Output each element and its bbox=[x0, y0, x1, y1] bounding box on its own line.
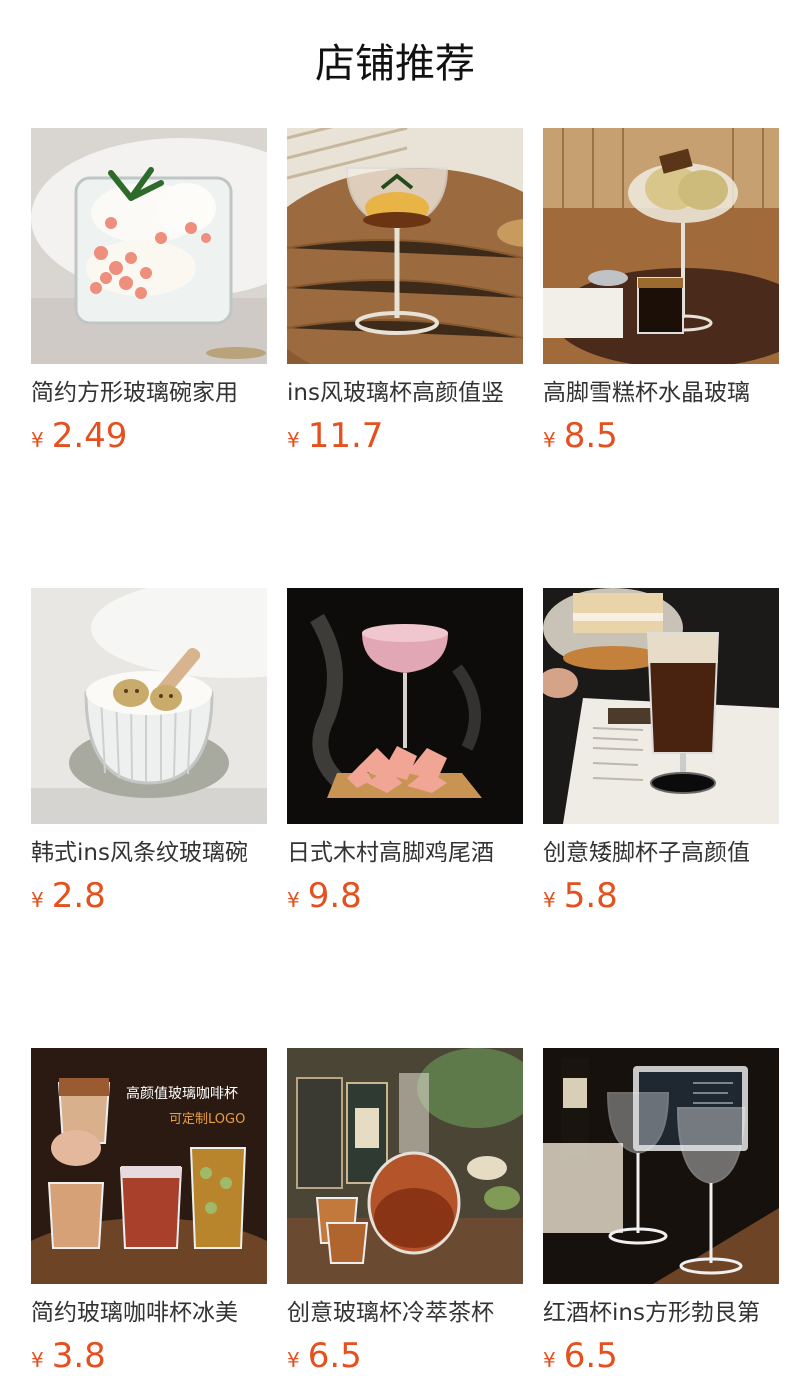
product-card[interactable]: 创意玻璃杯冷萃茶杯 ¥ 6.5 bbox=[287, 1048, 523, 1376]
currency-symbol: ¥ bbox=[31, 428, 44, 452]
page-title: 店铺推荐 bbox=[315, 41, 475, 87]
product-name[interactable]: 红酒杯ins方形勃艮第 bbox=[543, 1298, 779, 1328]
product-price: ¥ 8.5 bbox=[543, 416, 779, 456]
product-price: ¥ 9.8 bbox=[287, 876, 523, 916]
product-image[interactable] bbox=[287, 128, 523, 364]
product-card[interactable]: 简约方形玻璃碗家用 ¥ 2.49 bbox=[31, 128, 267, 456]
product-card[interactable]: 创意矮脚杯子高颜值 ¥ 5.8 bbox=[543, 588, 779, 916]
price-value: 2.49 bbox=[51, 416, 128, 456]
currency-symbol: ¥ bbox=[287, 1348, 300, 1372]
currency-symbol: ¥ bbox=[31, 888, 44, 912]
product-name[interactable]: 韩式ins风条纹玻璃碗 bbox=[31, 838, 267, 868]
product-card[interactable]: 韩式ins风条纹玻璃碗 ¥ 2.8 bbox=[31, 588, 267, 916]
product-grid: 简约方形玻璃碗家用 ¥ 2.49 ins风玻璃杯高颜值竖 ¥ 11.7 高脚雪糕… bbox=[31, 128, 790, 1376]
product-image[interactable] bbox=[31, 128, 267, 364]
product-price: ¥ 5.8 bbox=[543, 876, 779, 916]
product-name[interactable]: 日式木村高脚鸡尾酒 bbox=[287, 838, 523, 868]
product-price: ¥ 6.5 bbox=[543, 1336, 779, 1376]
currency-symbol: ¥ bbox=[543, 428, 556, 452]
price-value: 6.5 bbox=[307, 1336, 362, 1376]
price-value: 6.5 bbox=[563, 1336, 618, 1376]
currency-symbol: ¥ bbox=[287, 428, 300, 452]
product-price: ¥ 2.8 bbox=[31, 876, 267, 916]
product-image[interactable]: 高颜值玻璃咖啡杯 可定制LOGO bbox=[31, 1048, 267, 1284]
product-price: ¥ 6.5 bbox=[287, 1336, 523, 1376]
product-image[interactable] bbox=[543, 128, 779, 364]
overlay-subline: 可定制LOGO bbox=[169, 1112, 245, 1127]
currency-symbol: ¥ bbox=[543, 888, 556, 912]
product-price: ¥ 2.49 bbox=[31, 416, 267, 456]
currency-symbol: ¥ bbox=[543, 1348, 556, 1372]
price-value: 8.5 bbox=[563, 416, 618, 456]
product-image[interactable] bbox=[543, 1048, 779, 1284]
price-value: 2.8 bbox=[51, 876, 106, 916]
product-name[interactable]: 创意矮脚杯子高颜值 bbox=[543, 838, 779, 868]
product-name[interactable]: 高脚雪糕杯水晶玻璃 bbox=[543, 378, 779, 408]
product-name[interactable]: ins风玻璃杯高颜值竖 bbox=[287, 378, 523, 408]
product-price: ¥ 3.8 bbox=[31, 1336, 267, 1376]
product-card[interactable]: 红酒杯ins方形勃艮第 ¥ 6.5 bbox=[543, 1048, 779, 1376]
price-value: 5.8 bbox=[563, 876, 618, 916]
product-card[interactable]: ins风玻璃杯高颜值竖 ¥ 11.7 bbox=[287, 128, 523, 456]
store-recommendation-page: 店铺推荐 简约方形玻璃碗家用 ¥ 2.49 ins风玻璃杯高颜值竖 ¥ 11.7… bbox=[0, 0, 790, 1376]
product-price: ¥ 11.7 bbox=[287, 416, 523, 456]
price-value: 9.8 bbox=[307, 876, 362, 916]
product-image[interactable] bbox=[543, 588, 779, 824]
product-card[interactable]: 高颜值玻璃咖啡杯 可定制LOGO 简约玻璃咖啡杯冰美 ¥ 3.8 bbox=[31, 1048, 267, 1376]
product-image[interactable] bbox=[31, 588, 267, 824]
overlay-headline: 高颜值玻璃咖啡杯 bbox=[126, 1085, 238, 1102]
currency-symbol: ¥ bbox=[287, 888, 300, 912]
product-card[interactable]: 日式木村高脚鸡尾酒 ¥ 9.8 bbox=[287, 588, 523, 916]
product-card[interactable]: 高脚雪糕杯水晶玻璃 ¥ 8.5 bbox=[543, 128, 779, 456]
price-value: 11.7 bbox=[307, 416, 384, 456]
price-value: 3.8 bbox=[51, 1336, 106, 1376]
product-image[interactable] bbox=[287, 588, 523, 824]
product-name[interactable]: 简约方形玻璃碗家用 bbox=[31, 378, 267, 408]
product-name[interactable]: 简约玻璃咖啡杯冰美 bbox=[31, 1298, 267, 1328]
currency-symbol: ¥ bbox=[31, 1348, 44, 1372]
product-image[interactable] bbox=[287, 1048, 523, 1284]
product-name[interactable]: 创意玻璃杯冷萃茶杯 bbox=[287, 1298, 523, 1328]
